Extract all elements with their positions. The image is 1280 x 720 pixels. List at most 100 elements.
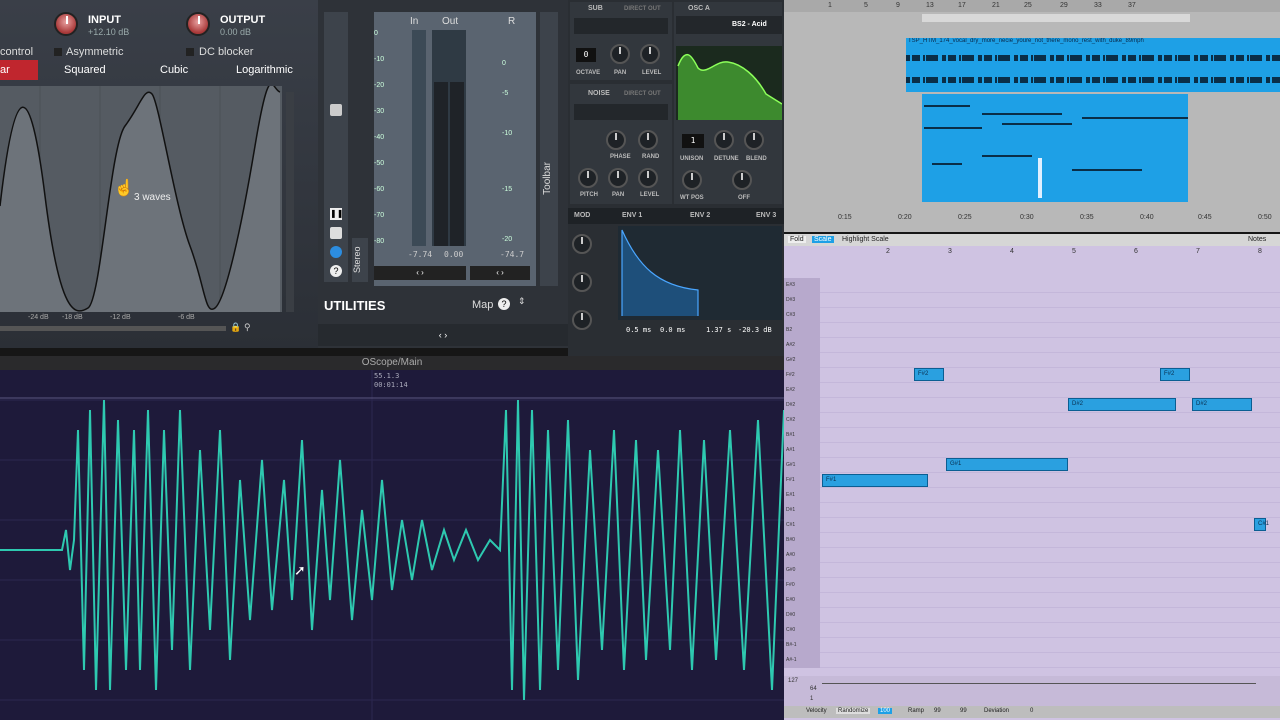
meter-range-right-button[interactable]: ‹ › xyxy=(470,266,530,280)
deviation-value[interactable]: 0 xyxy=(1030,708,1033,714)
detune-knob[interactable] xyxy=(714,130,734,150)
ruler-mark: 13 xyxy=(926,2,934,9)
noise-phase-knob[interactable] xyxy=(606,130,626,150)
velocity-lane[interactable]: 127 64 1 xyxy=(784,676,1280,706)
fold-button[interactable]: Fold xyxy=(788,236,806,243)
wavetable-selector[interactable]: BS2 - Acid xyxy=(676,16,782,34)
blend-knob[interactable] xyxy=(744,130,764,150)
mode-button-squared[interactable]: Squared xyxy=(64,60,106,80)
noise-rand-knob[interactable] xyxy=(638,130,658,150)
key-label: C#2 xyxy=(786,417,796,423)
midi-clip[interactable] xyxy=(922,94,1188,202)
scale-tick: 0 xyxy=(502,60,506,67)
scale-left: 0 -10 -20 -30 -40 -50 -60 -70 -80 xyxy=(374,30,396,250)
note-grid[interactable]: F#2 F#2 D#2 D#2 G#1 F#1 C#1 xyxy=(820,278,1280,674)
warp-knob[interactable] xyxy=(732,170,752,190)
arrangement-view: 1 5 9 13 17 21 25 29 33 37 TSP_HTM_174_v… xyxy=(784,0,1280,232)
key-label: E#2 xyxy=(786,387,795,393)
bar-number: 2 xyxy=(886,248,890,255)
octave-value[interactable]: 0 xyxy=(576,48,596,62)
asymmetric-checkbox[interactable] xyxy=(54,48,62,56)
keyboard[interactable]: E#3 D#3 C#3 B2 A#2 G#2 F#2 E#2 D#2 C#2 B… xyxy=(784,278,820,668)
randomize-value[interactable]: 100 xyxy=(878,708,893,714)
tab-mod[interactable]: MOD xyxy=(574,212,590,219)
horizontal-scrollbar[interactable] xyxy=(0,326,226,331)
time-tick: 0:35 xyxy=(1080,214,1094,221)
bar-numbers[interactable]: 2 3 4 5 6 7 8 xyxy=(820,248,1280,258)
help-icon[interactable]: ? xyxy=(330,265,342,277)
sub-pan-knob[interactable] xyxy=(610,44,630,64)
ruler-mark: 37 xyxy=(1128,2,1136,9)
wt-pos-knob[interactable] xyxy=(682,170,702,190)
ramp-end[interactable]: 99 xyxy=(960,708,967,714)
expand-toggle[interactable]: ‹ › xyxy=(318,324,568,346)
bar-ruler[interactable]: 1 5 9 13 17 21 25 29 33 37 xyxy=(784,0,1280,12)
pause-icon[interactable]: ❚❚ xyxy=(330,208,343,220)
audio-clip[interactable]: TSP_HTM_174_vocal_dry_more_necie_youre_n… xyxy=(906,38,1280,92)
key-label: E#1 xyxy=(786,492,795,498)
time-tick: 0:50 xyxy=(1258,214,1272,221)
toolbar-label: Toolbar xyxy=(542,162,553,195)
scale-button[interactable]: Scale xyxy=(812,236,834,243)
power-icon[interactable] xyxy=(330,246,342,258)
noise-pan-knob[interactable] xyxy=(608,168,628,188)
envelope-display[interactable] xyxy=(618,226,782,320)
notes-tab[interactable]: Notes xyxy=(1248,236,1266,243)
map-help-icon[interactable]: ? xyxy=(498,298,510,310)
meter-range-left-button[interactable]: ‹ › xyxy=(374,266,466,280)
mode-button-logarithmic[interactable]: Logarithmic xyxy=(236,60,293,80)
loop-brace[interactable] xyxy=(922,14,1190,22)
noise-level-knob[interactable] xyxy=(638,168,658,188)
scope-waveform[interactable] xyxy=(0,370,784,720)
mode-button-selected[interactable]: ar xyxy=(0,60,38,80)
clipboard-icon[interactable] xyxy=(330,227,342,239)
key-label: G#1 xyxy=(786,462,796,468)
wave-tooltip: 3 waves xyxy=(134,192,171,203)
mod-knob[interactable] xyxy=(572,272,592,292)
midi-note[interactable]: F#2 xyxy=(914,368,944,381)
sub-level-knob[interactable] xyxy=(640,44,660,64)
tab-env1[interactable]: ENV 1 xyxy=(622,212,642,219)
wave-scrollbar[interactable] xyxy=(286,92,294,312)
time-ruler[interactable]: 0:15 0:20 0:25 0:30 0:35 0:40 0:45 0:50 xyxy=(784,214,1280,226)
toolbar-tab[interactable]: Toolbar xyxy=(540,12,558,286)
wavetable-name: BS2 - Acid xyxy=(732,21,767,28)
knob-label: LEVEL xyxy=(642,70,662,76)
input-knob[interactable] xyxy=(54,12,78,36)
transfer-curve-display[interactable]: 3 waves ☝ xyxy=(0,83,282,312)
time-tick: 0:25 xyxy=(958,214,972,221)
knob-label: DETUNE xyxy=(714,156,739,162)
midi-note[interactable]: F#1 xyxy=(822,474,928,487)
midi-note[interactable]: G#1 xyxy=(946,458,1068,471)
map-dropdown-icon[interactable]: ⇕ xyxy=(518,296,526,307)
midi-note[interactable]: F#2 xyxy=(1160,368,1190,381)
midi-note[interactable]: C#1 xyxy=(1254,518,1269,531)
stereo-tab[interactable]: Stereo xyxy=(352,238,368,282)
randomize-button[interactable]: Randomize xyxy=(836,708,871,714)
mod-knob[interactable] xyxy=(572,234,592,254)
mod-knob[interactable] xyxy=(572,310,592,330)
key-label: B2 xyxy=(786,327,793,333)
unison-value[interactable]: 1 xyxy=(682,134,704,148)
output-knob[interactable] xyxy=(186,12,210,36)
readout-out: 0.00 xyxy=(444,250,464,259)
lock-icon[interactable]: 🔒 xyxy=(230,322,241,333)
mode-button-cubic[interactable]: Cubic xyxy=(160,60,188,80)
tab-env2[interactable]: ENV 2 xyxy=(690,212,710,219)
tab-env3[interactable]: ENV 3 xyxy=(756,212,776,219)
highlight-scale-toggle[interactable]: Highlight Scale xyxy=(842,236,889,243)
dc-blocker-checkbox[interactable] xyxy=(186,48,194,56)
noise-pitch-knob[interactable] xyxy=(578,168,598,188)
save-icon[interactable] xyxy=(330,104,342,116)
meter-out-left-fill xyxy=(434,82,448,246)
zoom-icon[interactable]: ⚲ xyxy=(244,322,251,333)
midi-note[interactable]: D#2 xyxy=(1068,398,1176,411)
key-label: E#0 xyxy=(786,597,795,603)
ramp-start[interactable]: 99 xyxy=(934,708,941,714)
midi-note[interactable]: D#2 xyxy=(1192,398,1252,411)
key-label: F#1 xyxy=(786,477,795,483)
key-label: D#1 xyxy=(786,507,796,513)
key-label: B#1 xyxy=(786,432,795,438)
db-tick: -24 dB xyxy=(28,314,49,321)
scale-tick: -30 xyxy=(374,108,385,115)
